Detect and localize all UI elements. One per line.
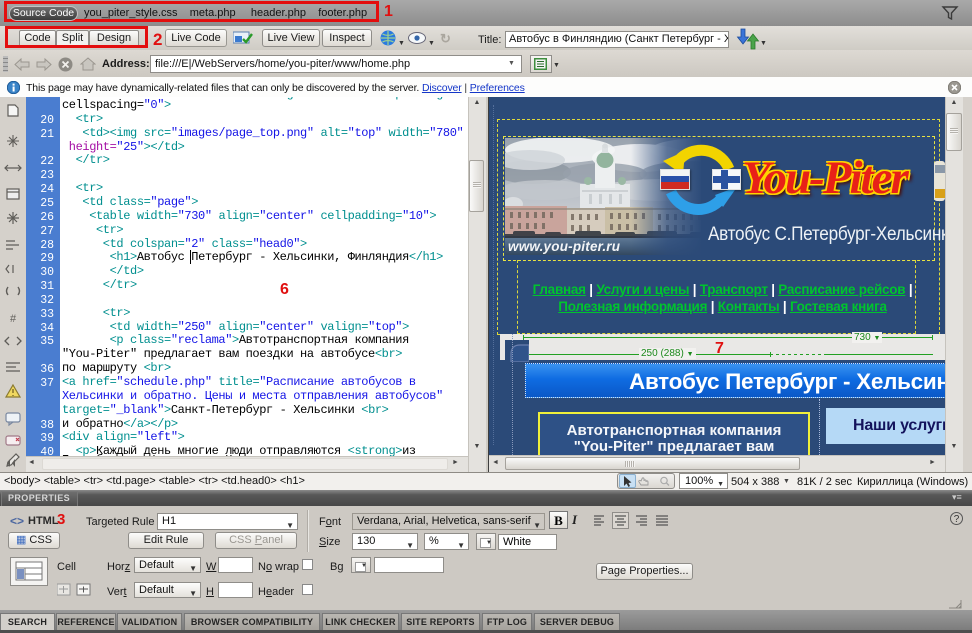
svg-text:#: #: [10, 313, 17, 325]
